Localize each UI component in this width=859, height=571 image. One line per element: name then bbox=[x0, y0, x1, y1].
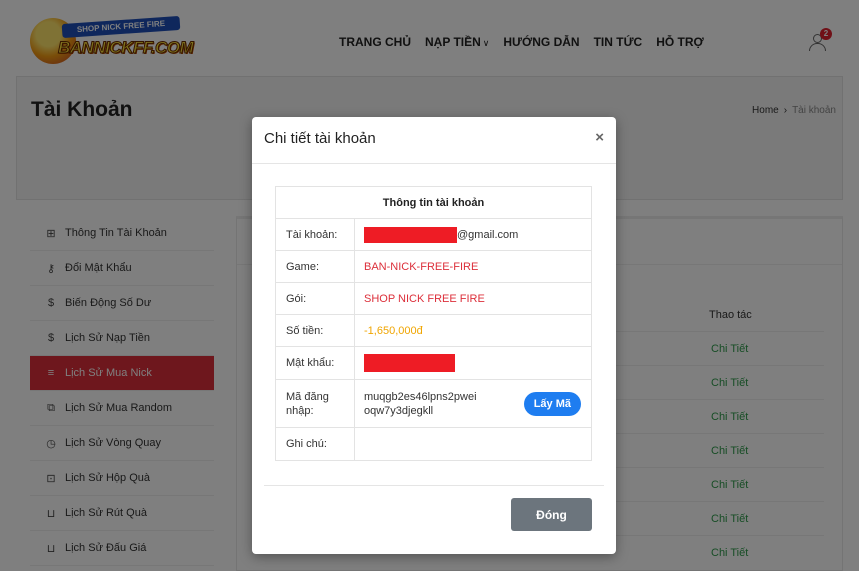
info-caption: Thông tin tài khoản bbox=[276, 187, 591, 219]
note-label: Ghi chú: bbox=[276, 428, 355, 460]
pack-label: Gói: bbox=[276, 283, 355, 314]
game-value: BAN-NICK-FREE-FIRE bbox=[364, 260, 479, 273]
modal-title: Chi tiết tài khoản bbox=[264, 130, 376, 147]
row-account: Tài khoản: @gmail.com bbox=[276, 219, 591, 251]
login-code-value: muqgb2es46lpns2pwei oqw7y3djegkll bbox=[364, 390, 477, 417]
login-code-label: Mã đăng nhập: bbox=[276, 380, 355, 427]
password-label: Mật khẩu: bbox=[276, 347, 355, 379]
row-login-code: Mã đăng nhập: muqgb2es46lpns2pwei oqw7y3… bbox=[276, 380, 591, 428]
account-email-suffix: @gmail.com bbox=[457, 228, 519, 241]
login-code-cell: muqgb2es46lpns2pwei oqw7y3djegkll Lấy Mã bbox=[355, 380, 591, 427]
pack-value: SHOP NICK FREE FIRE bbox=[364, 292, 485, 305]
password-value bbox=[355, 347, 591, 379]
account-label: Tài khoản: bbox=[276, 219, 355, 250]
close-icon[interactable]: × bbox=[595, 129, 604, 146]
row-note: Ghi chú: bbox=[276, 428, 591, 460]
account-info-table: Thông tin tài khoản Tài khoản: @gmail.co… bbox=[275, 186, 592, 461]
row-pack: Gói: SHOP NICK FREE FIRE bbox=[276, 283, 591, 315]
account-detail-modal: Chi tiết tài khoản × Thông tin tài khoản… bbox=[252, 117, 616, 554]
close-button[interactable]: Đóng bbox=[511, 498, 592, 531]
amount-label: Số tiền: bbox=[276, 315, 355, 346]
redacted-password-mask bbox=[364, 354, 455, 372]
redacted-account-mask bbox=[364, 226, 457, 243]
account-value: @gmail.com bbox=[355, 219, 591, 250]
row-password: Mật khẩu: bbox=[276, 347, 591, 380]
amount-value: -1,650,000đ bbox=[364, 324, 423, 337]
row-game: Game: BAN-NICK-FREE-FIRE bbox=[276, 251, 591, 283]
note-value bbox=[355, 428, 591, 460]
row-amount: Số tiền: -1,650,000đ bbox=[276, 315, 591, 347]
modal-header-divider bbox=[252, 163, 616, 164]
get-code-button[interactable]: Lấy Mã bbox=[523, 392, 581, 416]
game-label: Game: bbox=[276, 251, 355, 282]
modal-footer-divider bbox=[264, 485, 604, 486]
